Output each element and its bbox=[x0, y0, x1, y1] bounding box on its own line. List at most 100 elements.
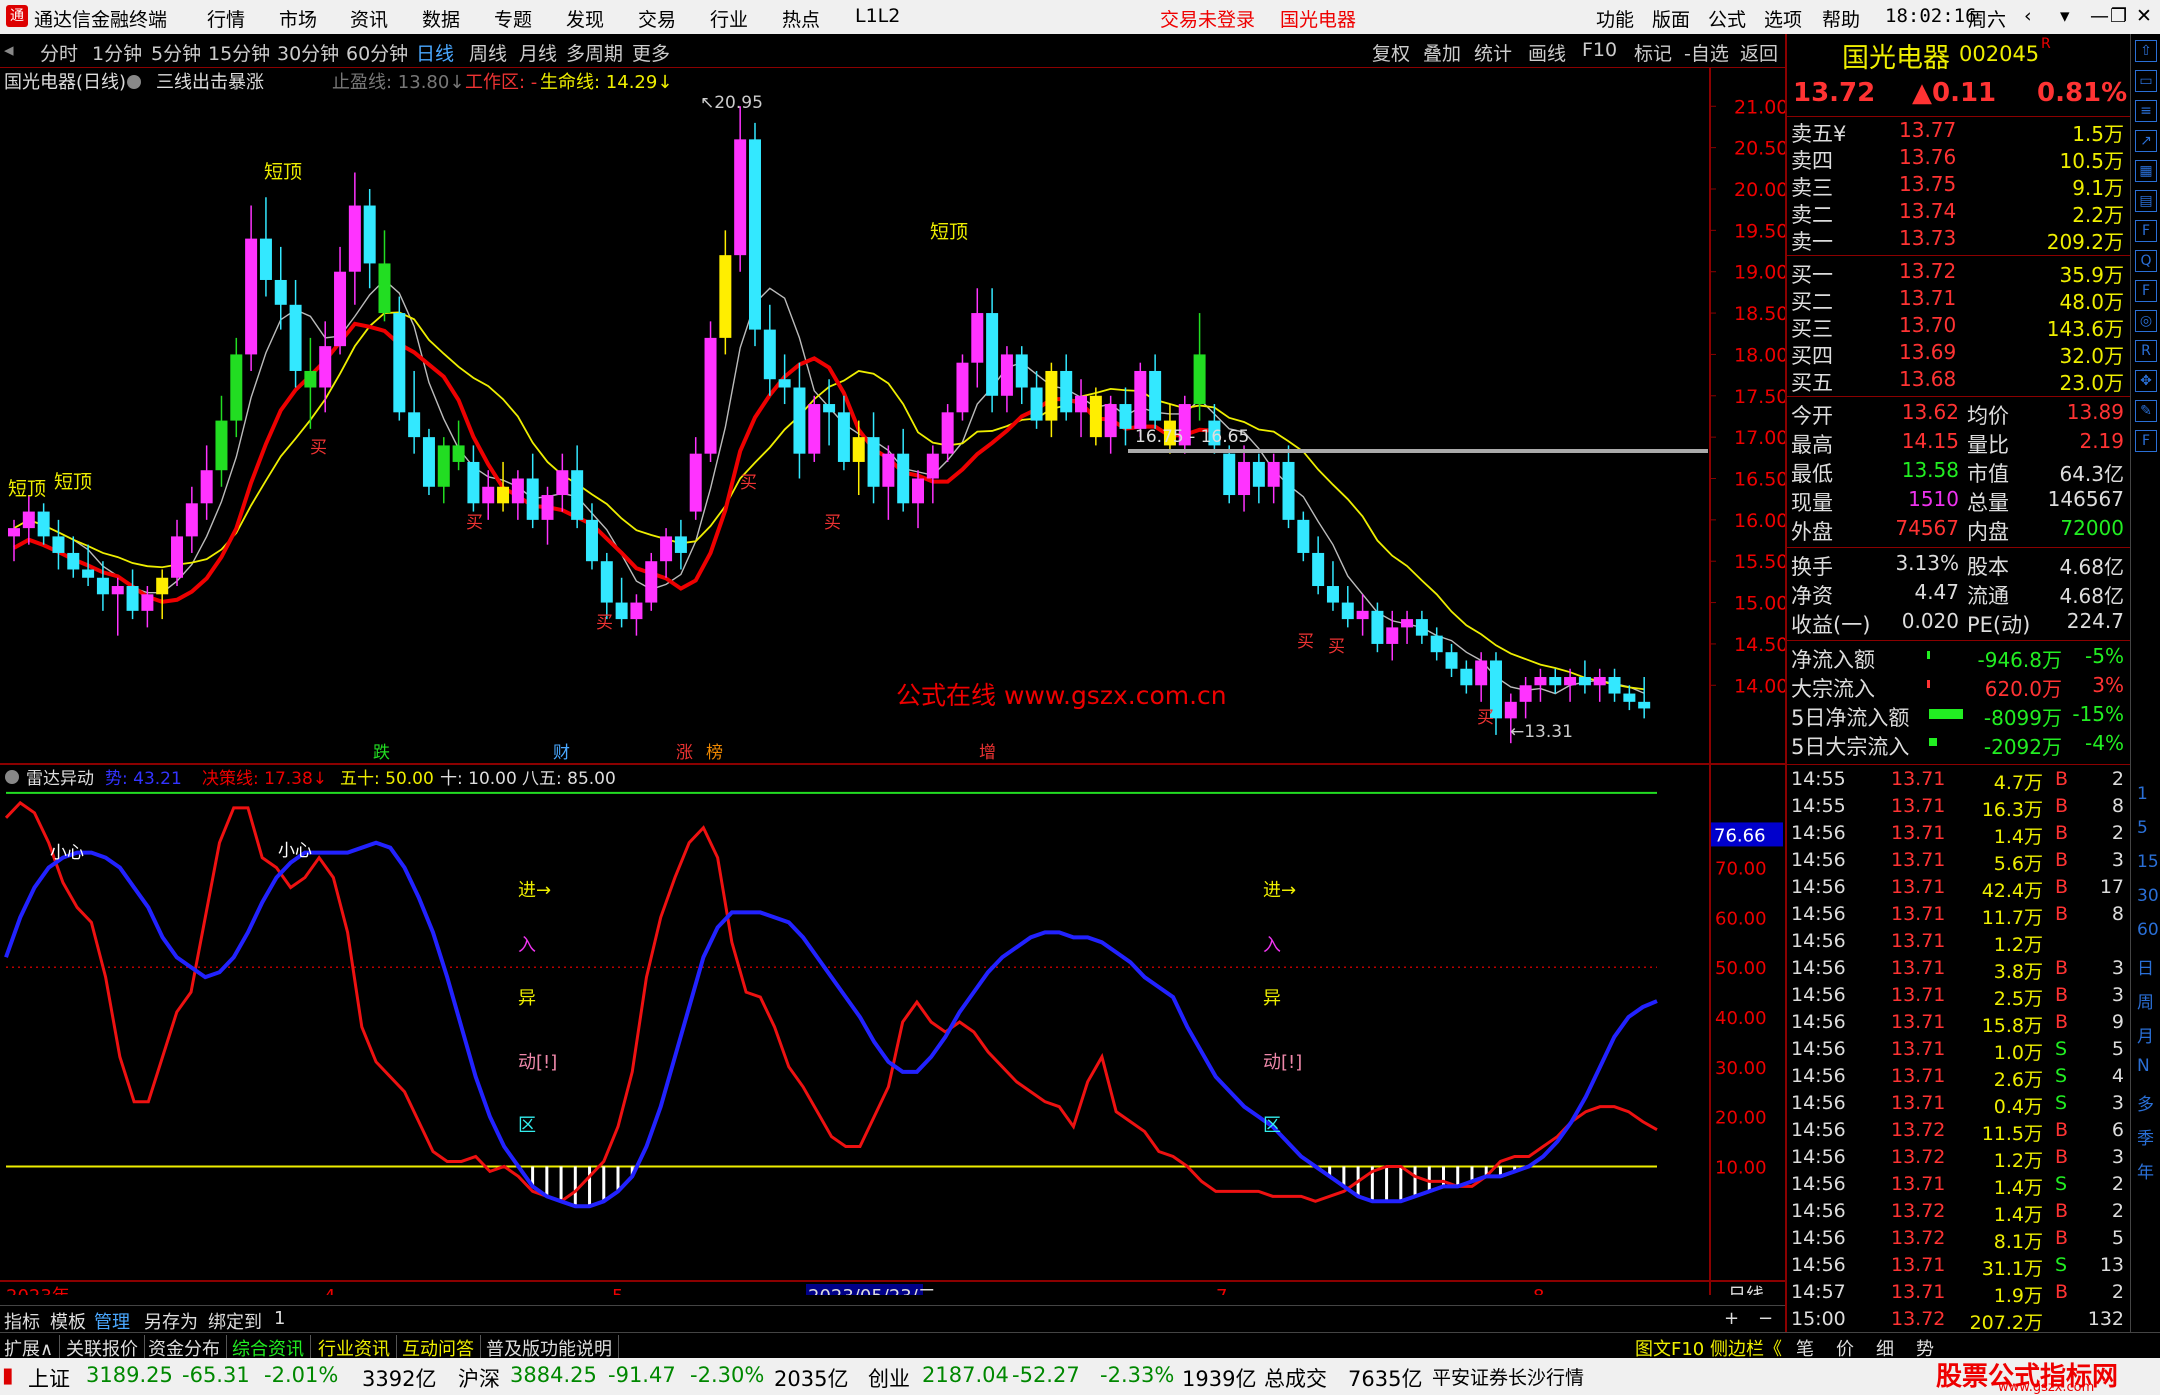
candle-body bbox=[1223, 453, 1236, 496]
period-60min[interactable]: 60分钟 bbox=[346, 39, 408, 66]
menu-hot[interactable]: 热点 bbox=[782, 5, 820, 32]
rsi-icon[interactable]: R bbox=[2135, 340, 2157, 362]
period-monthly[interactable]: 月线 bbox=[519, 39, 557, 66]
f10-icon[interactable]: F bbox=[2135, 220, 2157, 242]
menu-topic[interactable]: 专题 bbox=[494, 5, 532, 32]
menu-news[interactable]: 资讯 bbox=[350, 5, 388, 32]
flow-label: 净流入额 bbox=[1791, 648, 1875, 672]
collapse-icon[interactable]: ◂ bbox=[4, 39, 14, 61]
menu-formula[interactable]: 公式 bbox=[1708, 5, 1746, 32]
indicator-button[interactable]: 管理 bbox=[94, 1308, 130, 1334]
list-icon[interactable]: ≡ bbox=[2135, 100, 2157, 122]
dropdown-icon[interactable]: ▾ bbox=[2060, 5, 2070, 27]
sidebar-period-5[interactable]: 5 bbox=[2137, 818, 2148, 838]
candle-body bbox=[704, 337, 717, 454]
period-15min[interactable]: 15分钟 bbox=[208, 39, 270, 66]
chart-icon[interactable]: ▭ bbox=[2135, 70, 2157, 92]
tool-favorite[interactable]: -自选 bbox=[1684, 39, 1729, 66]
menu-data[interactable]: 数据 bbox=[422, 5, 460, 32]
candle-body bbox=[437, 445, 450, 487]
sidebar-period-年[interactable]: 年 bbox=[2137, 1158, 2154, 1183]
kline-chart[interactable]: 21.00 20.50 20.00 19.50 19.00 18.50 18.00 17.50… bbox=[0, 68, 1785, 1295]
menu-function[interactable]: 功能 bbox=[1596, 5, 1634, 32]
menu-quote[interactable]: 行情 bbox=[207, 5, 245, 32]
tick-time: 14:57 bbox=[1791, 1281, 1846, 1303]
period-fenshi[interactable]: 分时 bbox=[40, 39, 78, 66]
indicator-button[interactable]: 绑定到 bbox=[208, 1308, 262, 1334]
signal-text: 进→ bbox=[1263, 880, 1296, 901]
candle-body bbox=[259, 238, 272, 280]
candle-body bbox=[1519, 685, 1532, 702]
menu-options[interactable]: 选项 bbox=[1764, 5, 1802, 32]
zoom-in-button[interactable]: + bbox=[1724, 1308, 1739, 1329]
doc-icon[interactable]: ▤ bbox=[2135, 190, 2157, 212]
candle-body bbox=[1297, 519, 1310, 553]
sidebar-period-15[interactable]: 15 bbox=[2137, 852, 2159, 872]
period-more[interactable]: 更多 bbox=[632, 39, 670, 66]
circle-icon[interactable]: ◎ bbox=[2135, 310, 2157, 332]
tool-f10[interactable]: F10 bbox=[1582, 39, 1617, 61]
candle-body bbox=[1060, 370, 1073, 413]
indicator-button[interactable]: 1 bbox=[274, 1308, 285, 1329]
menu-discover[interactable]: 发现 bbox=[566, 5, 604, 32]
period-30min[interactable]: 30分钟 bbox=[277, 39, 339, 66]
sidebar-period-30[interactable]: 30 bbox=[2137, 886, 2159, 906]
fs2-icon[interactable]: F bbox=[2135, 430, 2157, 452]
sidebar-period-60[interactable]: 60 bbox=[2137, 920, 2159, 940]
sidebar-period-1[interactable]: 1 bbox=[2137, 784, 2148, 804]
grid-icon[interactable]: ▦ bbox=[2135, 160, 2157, 182]
tool-back[interactable]: 返回 bbox=[1740, 39, 1778, 66]
back-nav-icon[interactable]: ‹ bbox=[2024, 5, 2032, 27]
sidebar-period-日[interactable]: 日 bbox=[2137, 954, 2154, 979]
sidebar-period-N[interactable]: N bbox=[2137, 1056, 2150, 1076]
candle-body bbox=[422, 437, 435, 487]
flow-bar bbox=[1927, 680, 1930, 688]
period-weekly[interactable]: 周线 bbox=[469, 39, 507, 66]
quote-panel: 国光电器 002045 R 13.72 ▲0.11 0.81% 卖五¥ 13.77 1.5万 卖四… bbox=[1785, 34, 2130, 1354]
menu-help[interactable]: 帮助 bbox=[1822, 5, 1860, 32]
ql-icon[interactable]: Q bbox=[2135, 250, 2157, 272]
tool-draw[interactable]: 画线 bbox=[1528, 39, 1566, 66]
pen-icon[interactable]: ✎ bbox=[2135, 400, 2157, 422]
buy-label: 买 bbox=[740, 473, 757, 493]
tick-volume: 1.2万 bbox=[1993, 1150, 2043, 1172]
period-1min[interactable]: 1分钟 bbox=[92, 39, 142, 66]
restore-icon[interactable]: ❐ bbox=[2110, 5, 2127, 27]
indicator-button[interactable]: 指标 bbox=[4, 1308, 40, 1334]
sidebar-period-季[interactable]: 季 bbox=[2137, 1124, 2154, 1149]
sidebar-period-周[interactable]: 周 bbox=[2137, 988, 2154, 1013]
short-top-label: 短顶 bbox=[264, 161, 302, 183]
tool-fuquan[interactable]: 复权 bbox=[1372, 39, 1410, 66]
period-daily[interactable]: 日线 bbox=[416, 39, 454, 66]
tick-count: 13 bbox=[2099, 1254, 2124, 1276]
up-icon[interactable]: ⇧ bbox=[2135, 40, 2157, 62]
tool-mark[interactable]: 标记 bbox=[1634, 39, 1672, 66]
sidebar-period-月[interactable]: 月 bbox=[2137, 1022, 2154, 1047]
menu-l1l2[interactable]: L1L2 bbox=[855, 5, 900, 27]
menu-layout[interactable]: 版面 bbox=[1652, 5, 1690, 32]
tool-overlay[interactable]: 叠加 bbox=[1423, 39, 1461, 66]
indicator-tick-label: 20.00 bbox=[1715, 1108, 1767, 1129]
bid-label: 买四 bbox=[1791, 344, 1833, 368]
indicator-button[interactable]: 模板 bbox=[50, 1308, 86, 1334]
candle-body bbox=[378, 263, 391, 314]
zoom-out-button[interactable]: − bbox=[1758, 1308, 1773, 1329]
candle-body bbox=[748, 139, 761, 330]
minimize-icon[interactable]: — bbox=[2090, 5, 2109, 27]
menu-market[interactable]: 市场 bbox=[279, 5, 317, 32]
fs-icon[interactable]: F bbox=[2135, 280, 2157, 302]
menu-trade[interactable]: 交易 bbox=[638, 5, 676, 32]
menu-industry[interactable]: 行业 bbox=[710, 5, 748, 32]
trend-icon[interactable]: ↗ bbox=[2135, 130, 2157, 152]
period-multi[interactable]: 多周期 bbox=[566, 39, 623, 66]
move-icon[interactable]: ✥ bbox=[2135, 370, 2157, 392]
indicator-tick-label: 60.00 bbox=[1715, 908, 1767, 929]
candle-body bbox=[763, 329, 776, 380]
period-5min[interactable]: 5分钟 bbox=[151, 39, 201, 66]
indicator-button[interactable]: 另存为 bbox=[144, 1308, 198, 1334]
close-icon[interactable]: ✕ bbox=[2136, 5, 2152, 27]
tool-stats[interactable]: 统计 bbox=[1474, 39, 1512, 66]
price-tick-label: 15.50 bbox=[1734, 551, 1785, 573]
sidebar-period-多[interactable]: 多 bbox=[2137, 1090, 2154, 1115]
login-status[interactable]: 交易未登录 bbox=[1160, 5, 1255, 32]
